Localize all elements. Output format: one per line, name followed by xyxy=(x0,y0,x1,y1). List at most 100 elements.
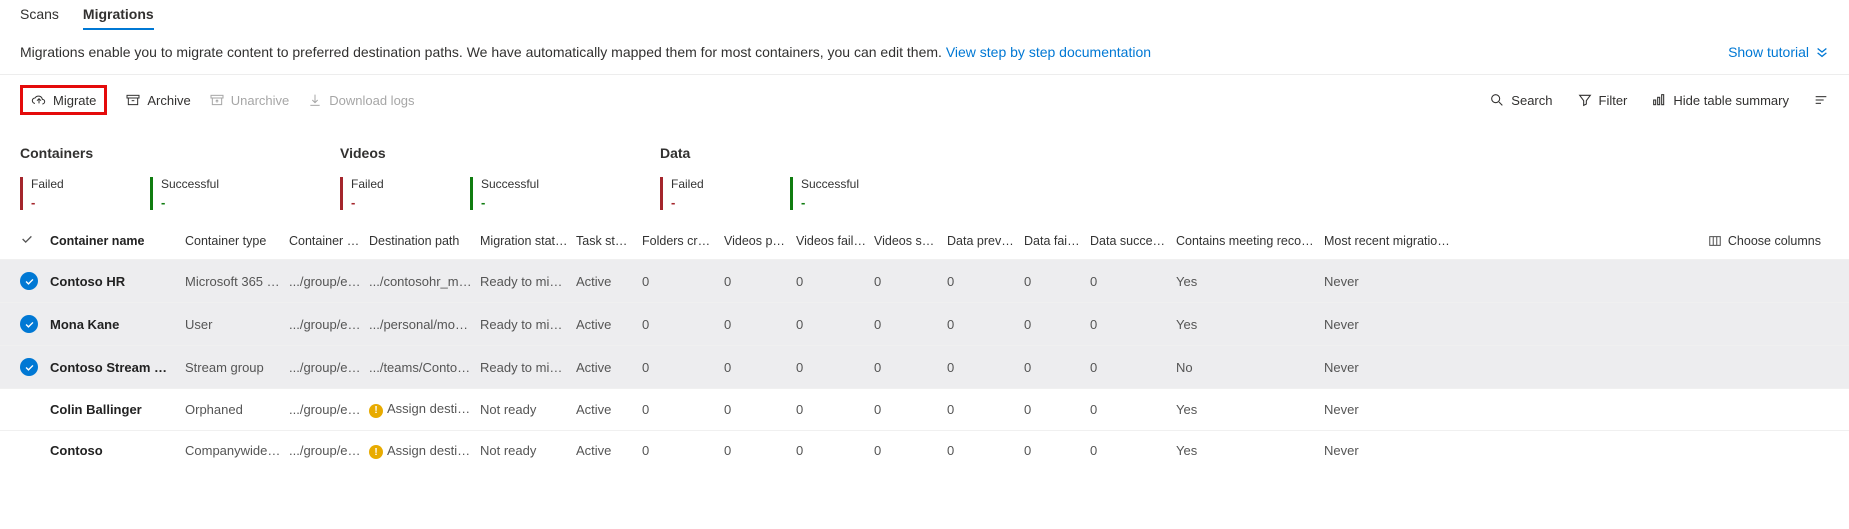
summary-failed-value: - xyxy=(31,195,110,210)
cell-videos-prev: 0 xyxy=(724,274,796,289)
col-destination-path[interactable]: Destination path xyxy=(369,234,480,248)
cell-videos-succ: 0 xyxy=(874,443,947,458)
table-header: Container name Container type Container … xyxy=(0,222,1849,259)
col-container-path[interactable]: Container path xyxy=(289,234,369,248)
documentation-link[interactable]: View step by step documentation xyxy=(946,44,1151,60)
cell-videos-succ: 0 xyxy=(874,402,947,417)
cell-videos-failed: 0 xyxy=(796,443,874,458)
archive-icon xyxy=(125,92,141,108)
cell-data-prev: 0 xyxy=(947,360,1024,375)
cell-contains-meeting: Yes xyxy=(1176,443,1324,458)
cell-folders-created: 0 xyxy=(642,360,724,375)
cell-data-success: 0 xyxy=(1090,274,1176,289)
assign-destination-link[interactable]: Assign destination xyxy=(387,443,480,458)
cell-container-type: User xyxy=(185,317,289,332)
archive-label: Archive xyxy=(147,93,190,108)
cell-migration-status: Not ready xyxy=(480,402,576,417)
col-migration-status[interactable]: Migration status xyxy=(480,234,576,248)
col-videos-failed[interactable]: Videos failed xyxy=(796,234,874,248)
cell-destination-path: .../teams/Contoso... xyxy=(369,360,480,375)
cell-task-status: Active xyxy=(576,443,642,458)
col-data-failed[interactable]: Data failed xyxy=(1024,234,1090,248)
col-data-success[interactable]: Data successful xyxy=(1090,234,1176,248)
download-icon xyxy=(307,92,323,108)
col-videos-succ[interactable]: Videos succ... xyxy=(874,234,947,248)
columns-icon xyxy=(1708,234,1722,248)
row-selected-badge[interactable] xyxy=(20,315,38,333)
select-all[interactable] xyxy=(20,232,50,249)
summary-success-label: Successful xyxy=(161,177,240,191)
migrate-button[interactable]: Migrate xyxy=(31,92,96,108)
cell-data-success: 0 xyxy=(1090,443,1176,458)
table-row[interactable]: Colin Ballinger Orphaned .../group/ed53.… xyxy=(0,388,1849,430)
download-logs-button: Download logs xyxy=(307,92,414,108)
cell-folders-created: 0 xyxy=(642,402,724,417)
table-row[interactable]: Contoso Stream Group Stream group .../gr… xyxy=(0,345,1849,388)
choose-columns-button[interactable]: Choose columns xyxy=(1458,234,1829,248)
tab-migrations[interactable]: Migrations xyxy=(83,0,154,30)
cell-container-type: Stream group xyxy=(185,360,289,375)
archive-button[interactable]: Archive xyxy=(125,92,190,108)
hide-summary-label: Hide table summary xyxy=(1673,93,1789,108)
row-selected-badge[interactable] xyxy=(20,272,38,290)
filter-label: Filter xyxy=(1599,93,1628,108)
tab-scans[interactable]: Scans xyxy=(20,0,59,30)
cell-task-status: Active xyxy=(576,402,642,417)
cell-data-success: 0 xyxy=(1090,402,1176,417)
cell-task-status: Active xyxy=(576,274,642,289)
col-container-name[interactable]: Container name xyxy=(50,234,185,248)
summary-success: Successful - xyxy=(470,177,560,210)
choose-columns-label: Choose columns xyxy=(1728,234,1821,248)
summary-group-title: Containers xyxy=(20,145,340,161)
cell-videos-succ: 0 xyxy=(874,317,947,332)
hide-summary-button[interactable]: Hide table summary xyxy=(1651,92,1789,108)
cell-data-success: 0 xyxy=(1090,317,1176,332)
cell-videos-prev: 0 xyxy=(724,402,796,417)
cell-migration-status: Ready to migrate xyxy=(480,317,576,332)
cell-container-name: Contoso xyxy=(50,443,185,458)
cell-data-failed: 0 xyxy=(1024,317,1090,332)
cell-data-prev: 0 xyxy=(947,443,1024,458)
cell-destination-path: .../contosohr_micr... xyxy=(369,274,480,289)
cell-data-prev: 0 xyxy=(947,402,1024,417)
summary-success-value: - xyxy=(161,195,240,210)
summary-success: Successful - xyxy=(150,177,240,210)
search-label: Search xyxy=(1511,93,1552,108)
unarchive-label: Unarchive xyxy=(231,93,290,108)
table-row[interactable]: Contoso HR Microsoft 365 group .../group… xyxy=(0,259,1849,302)
col-videos-prev[interactable]: Videos prev... xyxy=(724,234,796,248)
assign-destination-link[interactable]: Assign destination xyxy=(387,401,480,416)
summary-failed-value: - xyxy=(671,195,750,210)
more-button[interactable] xyxy=(1813,92,1829,108)
cell-container-name: Colin Ballinger xyxy=(50,402,185,417)
col-task-status[interactable]: Task status xyxy=(576,234,642,248)
col-most-recent[interactable]: Most recent migration xyxy=(1324,234,1458,248)
table-summary: Containers Failed - Successful - Videos … xyxy=(0,125,1849,222)
table-row[interactable]: Contoso Companywide channel .../group/ed… xyxy=(0,430,1849,472)
filter-button[interactable]: Filter xyxy=(1577,92,1628,108)
summary-failed-label: Failed xyxy=(31,177,110,191)
cell-container-path: .../group/ed53... xyxy=(289,317,369,332)
cell-videos-succ: 0 xyxy=(874,360,947,375)
show-tutorial-button[interactable]: Show tutorial xyxy=(1728,44,1829,60)
col-folders-created[interactable]: Folders created xyxy=(642,234,724,248)
cell-data-failed: 0 xyxy=(1024,274,1090,289)
col-contains-meeting[interactable]: Contains meeting recording xyxy=(1176,234,1324,248)
cell-contains-meeting: Yes xyxy=(1176,402,1324,417)
table-row[interactable]: Mona Kane User .../group/ed53... .../per… xyxy=(0,302,1849,345)
col-container-type[interactable]: Container type xyxy=(185,234,289,248)
cell-data-prev: 0 xyxy=(947,274,1024,289)
sort-down-icon xyxy=(1450,236,1458,246)
row-selected-badge[interactable] xyxy=(20,358,38,376)
summary-failed: Failed - xyxy=(340,177,430,210)
cell-videos-succ: 0 xyxy=(874,274,947,289)
col-data-prev[interactable]: Data previo... xyxy=(947,234,1024,248)
search-button[interactable]: Search xyxy=(1489,92,1552,108)
cell-task-status: Active xyxy=(576,360,642,375)
cell-container-path: .../group/ed53... xyxy=(289,443,369,458)
cell-container-path: .../group/ed53... xyxy=(289,274,369,289)
unarchive-icon xyxy=(209,92,225,108)
cell-container-type: Orphaned xyxy=(185,402,289,417)
chevron-double-down-icon xyxy=(1815,45,1829,59)
cell-container-path: .../group/ed53... xyxy=(289,360,369,375)
